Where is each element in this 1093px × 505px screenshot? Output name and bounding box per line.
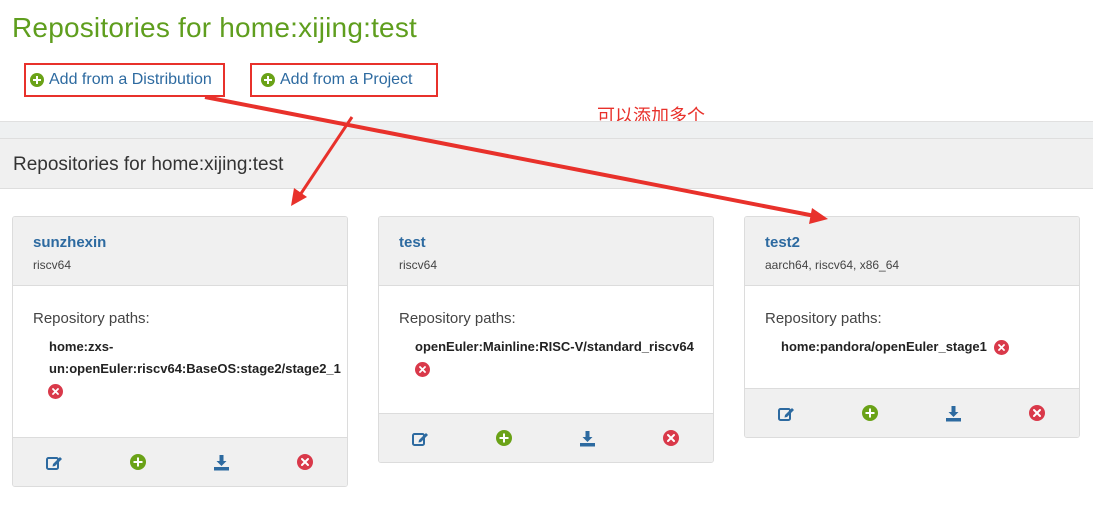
section-title: Repositories for home:xijing:test bbox=[13, 154, 284, 175]
add-from-project-label: Add from a Project bbox=[280, 71, 413, 88]
card-header: test2 aarch64, riscv64, x86_64 bbox=[745, 217, 1079, 286]
plus-circle-icon bbox=[261, 73, 275, 87]
plus-circle-icon[interactable] bbox=[495, 429, 513, 447]
times-circle-icon[interactable] bbox=[1028, 404, 1046, 422]
download-icon[interactable] bbox=[213, 453, 231, 471]
edit-icon[interactable] bbox=[46, 453, 64, 471]
download-icon[interactable] bbox=[945, 404, 963, 422]
path-line: openEuler:Mainline:RISC-V/standard_riscv… bbox=[415, 339, 694, 354]
path-line: home:pandora/openEuler_stage1 bbox=[781, 339, 987, 354]
path-line: home:zxs- bbox=[49, 339, 114, 354]
repository-name-link[interactable]: test bbox=[399, 234, 426, 251]
repository-architectures: riscv64 bbox=[33, 258, 72, 272]
card-actions bbox=[13, 437, 347, 486]
add-from-distribution-label: Add from a Distribution bbox=[49, 71, 212, 88]
repository-card: sunzhexin riscv64 Repository paths: home… bbox=[12, 216, 348, 487]
times-circle-icon[interactable] bbox=[296, 453, 314, 471]
repository-paths-label: Repository paths: bbox=[399, 310, 516, 327]
repository-architectures: aarch64, riscv64, x86_64 bbox=[765, 258, 900, 272]
repository-path: openEuler:Mainline:RISC-V/standard_riscv… bbox=[415, 336, 694, 380]
add-from-distribution-link[interactable]: Add from a Distribution bbox=[24, 63, 225, 97]
download-icon[interactable] bbox=[579, 429, 597, 447]
remove-path-icon[interactable] bbox=[48, 384, 63, 400]
remove-path-icon[interactable] bbox=[415, 362, 430, 378]
repository-name-link[interactable]: sunzhexin bbox=[33, 234, 106, 251]
edit-icon[interactable] bbox=[778, 404, 796, 422]
repository-path: home:zxs- un:openEuler:riscv64:BaseOS:st… bbox=[48, 336, 341, 402]
path-line: un:openEuler:riscv64:BaseOS:stage2/stage… bbox=[49, 361, 341, 376]
remove-path-icon[interactable] bbox=[993, 340, 1009, 356]
repository-name-link[interactable]: test2 bbox=[765, 234, 800, 251]
plus-circle-icon[interactable] bbox=[861, 404, 879, 422]
card-header: test riscv64 bbox=[379, 217, 713, 286]
section-divider bbox=[0, 121, 1093, 138]
card-actions bbox=[745, 388, 1079, 437]
card-actions bbox=[379, 413, 713, 462]
times-circle-icon[interactable] bbox=[662, 429, 680, 447]
repository-paths-label: Repository paths: bbox=[765, 310, 882, 327]
add-from-project-link[interactable]: Add from a Project bbox=[250, 63, 438, 97]
page-title: Repositories for home:xijing:test bbox=[12, 12, 417, 43]
edit-icon[interactable] bbox=[412, 429, 430, 447]
repository-paths-label: Repository paths: bbox=[33, 310, 150, 327]
repository-architectures: riscv64 bbox=[399, 258, 438, 272]
repository-path: home:pandora/openEuler_stage1 bbox=[781, 336, 1009, 358]
plus-circle-icon[interactable] bbox=[129, 453, 147, 471]
repository-card: test riscv64 Repository paths: openEuler… bbox=[378, 216, 714, 463]
card-header: sunzhexin riscv64 bbox=[13, 217, 347, 286]
plus-circle-icon bbox=[30, 73, 44, 87]
repository-card: test2 aarch64, riscv64, x86_64 Repositor… bbox=[744, 216, 1080, 438]
arrowhead bbox=[291, 188, 307, 206]
section-header: Repositories for home:xijing:test bbox=[0, 138, 1093, 189]
